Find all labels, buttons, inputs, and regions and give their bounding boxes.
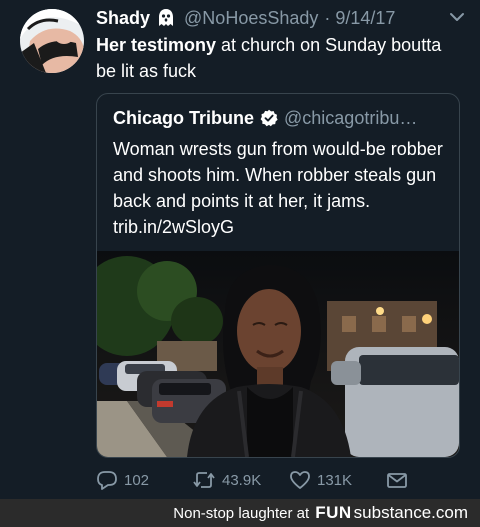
message-action[interactable] bbox=[386, 470, 408, 490]
watermark-bar: Non-stop laughter at FUN substance.com bbox=[0, 499, 480, 527]
quoted-tweet-header: Chicago Tribune @chicagotribu… bbox=[113, 106, 449, 130]
quoted-handle: @chicagotribu… bbox=[284, 107, 418, 128]
quoted-tweet-text: Woman wrests gun from would-be robber an… bbox=[113, 139, 443, 237]
reply-icon bbox=[97, 471, 117, 490]
retweet-action[interactable]: 43.9K bbox=[192, 470, 261, 490]
photo-woman-parking-lot bbox=[97, 251, 459, 457]
avatar[interactable] bbox=[20, 9, 84, 73]
news-photo[interactable] bbox=[97, 251, 459, 457]
heart-icon bbox=[290, 471, 310, 489]
reply-action[interactable]: 102 bbox=[96, 470, 149, 490]
user-handle[interactable]: @NoHoesShady bbox=[184, 8, 318, 29]
tweet-actions: 102 43.9K 131K bbox=[96, 468, 416, 492]
display-name[interactable]: Shady bbox=[96, 8, 150, 29]
watermark-caption: Non-stop laughter at bbox=[173, 504, 310, 522]
retweet-count: 43.9K bbox=[222, 471, 262, 489]
funsubstance-logo: FUN substance.com bbox=[315, 503, 468, 523]
tweet-text: Her testimony at church on Sunday boutta… bbox=[96, 32, 466, 84]
ghost-icon bbox=[156, 8, 176, 28]
envelope-icon bbox=[387, 473, 407, 488]
logo-rest: substance.com bbox=[353, 503, 468, 522]
tweet-date[interactable]: · 9/14/17 bbox=[324, 8, 395, 29]
tweet-header: Shady @NoHoesShady · 9/14/17 bbox=[96, 6, 466, 30]
tweet-text-bold: Her testimony bbox=[96, 35, 217, 55]
like-action[interactable]: 131K bbox=[289, 470, 352, 490]
quoted-tweet[interactable]: Chicago Tribune @chicagotribu… Woman wre… bbox=[96, 93, 460, 458]
retweet-icon bbox=[193, 472, 215, 488]
quoted-display-name: Chicago Tribune bbox=[113, 107, 255, 128]
like-count: 131K bbox=[317, 471, 353, 489]
chevron-down-icon[interactable] bbox=[448, 8, 466, 31]
avatar-image bbox=[20, 9, 84, 73]
verified-badge-icon bbox=[260, 109, 278, 127]
tweet-card: Shady @NoHoesShady · 9/14/17 Her testimo… bbox=[0, 0, 480, 498]
reply-count: 102 bbox=[124, 471, 150, 489]
logo-fun: FUN bbox=[315, 503, 352, 522]
